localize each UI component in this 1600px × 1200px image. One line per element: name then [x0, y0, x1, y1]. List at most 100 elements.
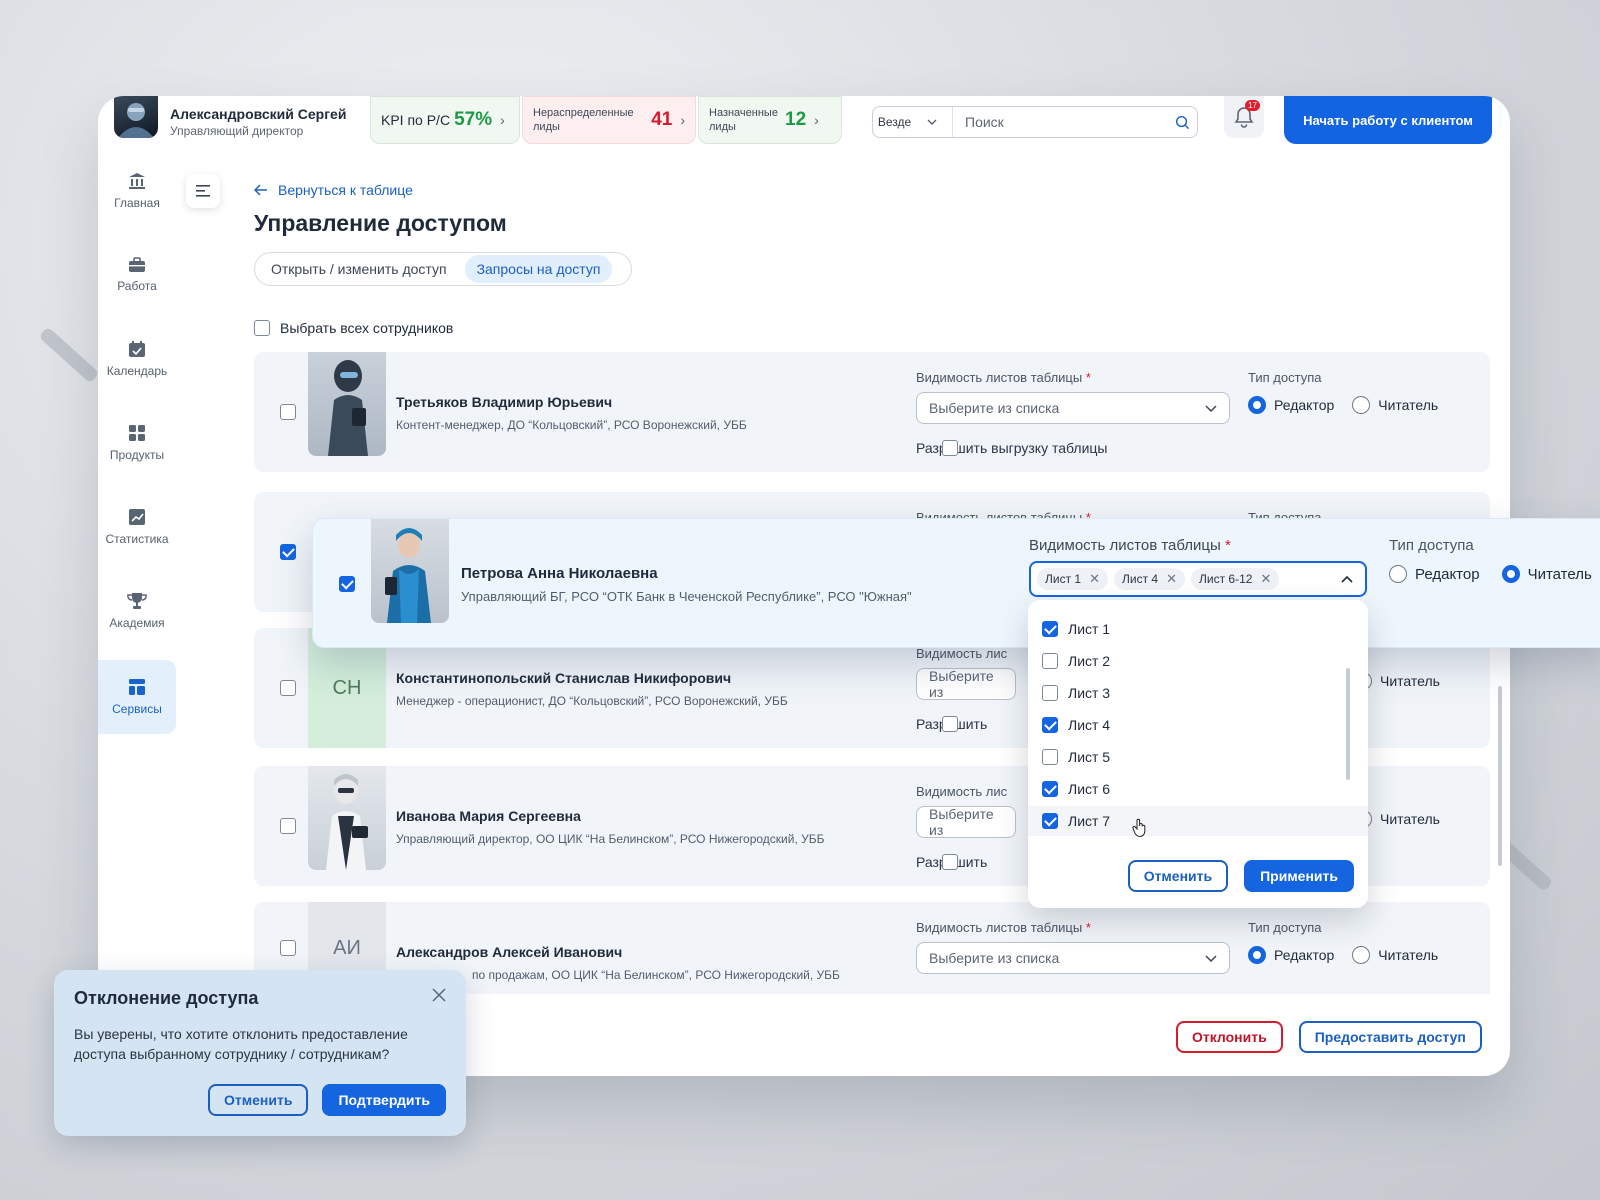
- grant-access-button[interactable]: Предоставить доступ: [1298, 1021, 1482, 1053]
- sheet-chip[interactable]: Лист 1 ✕: [1037, 568, 1108, 590]
- sidebar-item-services[interactable]: Сервисы: [98, 660, 176, 734]
- sheets-multiselect[interactable]: Лист 1 ✕ Лист 4 ✕ Лист 6-12 ✕: [1029, 561, 1367, 597]
- sheet-chip[interactable]: Лист 6-12 ✕: [1191, 568, 1280, 590]
- sheet-option-checkbox[interactable]: [1042, 621, 1058, 637]
- search-input[interactable]: [953, 114, 1167, 130]
- unassigned-leads-card[interactable]: Нераспределенные лиды 41 ›: [522, 96, 696, 144]
- search-bar: Везде: [872, 106, 1198, 138]
- search-icon[interactable]: [1167, 115, 1197, 130]
- back-link-label: Вернуться к таблице: [278, 182, 413, 198]
- modal-cancel-button[interactable]: Отменить: [208, 1084, 309, 1116]
- editor-radio[interactable]: [1389, 565, 1407, 583]
- services-icon: [128, 678, 146, 696]
- access-reader-option[interactable]: Читатель: [1501, 565, 1592, 583]
- dropdown-scrollbar[interactable]: [1346, 668, 1350, 780]
- sheet-chip[interactable]: Лист 4 ✕: [1114, 568, 1185, 590]
- editor-label: Редактор: [1274, 947, 1335, 963]
- sidebar-item-academy[interactable]: Академия: [98, 574, 176, 648]
- sheet-option-checkbox[interactable]: [1042, 685, 1058, 701]
- kpi-card[interactable]: KPI по Р/С 57% ›: [370, 96, 520, 144]
- content-scrollbar[interactable]: [1498, 686, 1502, 866]
- employee-checkbox[interactable]: [280, 544, 296, 560]
- dropdown-cancel-button[interactable]: Отменить: [1127, 860, 1229, 892]
- dropdown-apply-button[interactable]: Применить: [1244, 860, 1354, 892]
- reader-radio[interactable]: [1352, 946, 1371, 964]
- editor-radio[interactable]: [1248, 396, 1266, 414]
- reject-button[interactable]: Отклонить: [1176, 1021, 1283, 1053]
- employee-checkbox[interactable]: [280, 680, 296, 696]
- sidebar-item-home[interactable]: Главная: [98, 154, 176, 228]
- search-scope-select[interactable]: Везде: [873, 107, 953, 137]
- tab-access-requests[interactable]: Запросы на доступ: [464, 255, 613, 283]
- allow-export-checkbox[interactable]: [942, 854, 958, 870]
- modal-confirm-button[interactable]: Подтвердить: [322, 1084, 446, 1116]
- reader-label: Читатель: [1527, 565, 1592, 583]
- access-editor-option[interactable]: Редактор: [1248, 946, 1334, 964]
- employee-row: Третьяков Владимир Юрьевич Контент-менед…: [254, 352, 1490, 472]
- employee-checkbox[interactable]: [280, 404, 296, 420]
- sheet-option[interactable]: Лист 6: [1042, 774, 1342, 804]
- chip-label: Лист 6-12: [1199, 572, 1253, 586]
- assigned-leads-card[interactable]: Назначенные лиды 12 ›: [698, 96, 842, 144]
- back-to-table-link[interactable]: Вернуться к таблице: [254, 182, 413, 198]
- start-client-work-button[interactable]: Начать работу с клиентом: [1284, 96, 1492, 144]
- reader-label: Читатель: [1380, 811, 1440, 827]
- allow-export-option[interactable]: Разрешить: [916, 716, 987, 732]
- sidebar-item-products[interactable]: Продукты: [98, 406, 176, 480]
- sheet-option[interactable]: Лист 5: [1042, 742, 1342, 772]
- sheet-option[interactable]: Лист 3: [1042, 678, 1342, 708]
- reader-radio[interactable]: [1501, 565, 1520, 583]
- sidebar-item-work[interactable]: Работа: [98, 238, 176, 312]
- access-editor-option[interactable]: Редактор: [1389, 565, 1480, 583]
- reader-label: Читатель: [1378, 397, 1439, 413]
- page-title: Управление доступом: [254, 210, 507, 236]
- employee-row-expanded: Петрова Анна Николаевна Управляющий БГ, …: [312, 518, 1600, 648]
- allow-export-checkbox[interactable]: [942, 716, 958, 732]
- chevron-up-icon[interactable]: [1341, 575, 1353, 583]
- sheets-select[interactable]: Выберите из списка: [916, 942, 1230, 974]
- sheet-option-checkbox[interactable]: [1042, 717, 1058, 733]
- sidebar-item-calendar[interactable]: Календарь: [98, 322, 176, 396]
- access-reader-option[interactable]: Читатель: [1352, 946, 1438, 964]
- reader-radio[interactable]: [1352, 396, 1371, 414]
- sheets-dropdown: Лист 1 Лист 2 Лист 3 Лист 4 Лист 5 Лист …: [1028, 600, 1368, 908]
- sheet-option-checkbox[interactable]: [1042, 813, 1058, 829]
- access-reader-option[interactable]: Читатель: [1352, 396, 1438, 414]
- user-avatar[interactable]: [114, 96, 158, 138]
- collapse-sidebar-button[interactable]: [186, 174, 220, 208]
- sheet-option-checkbox[interactable]: [1042, 781, 1058, 797]
- employee-checkbox[interactable]: [280, 818, 296, 834]
- close-icon[interactable]: [432, 988, 446, 1002]
- calendar-icon: [128, 340, 146, 358]
- sheet-option[interactable]: Лист 2: [1042, 646, 1342, 676]
- select-all-checkbox[interactable]: [254, 320, 270, 336]
- employee-checkbox[interactable]: [339, 576, 355, 592]
- close-icon[interactable]: ✕: [1260, 571, 1271, 587]
- tab-open-change-access[interactable]: Открыть / изменить доступ: [259, 255, 459, 283]
- access-editor-option[interactable]: Редактор: [1248, 396, 1334, 414]
- allow-export-option[interactable]: Разрешить выгрузку таблицы: [916, 440, 1107, 456]
- sheet-option-checkbox[interactable]: [1042, 749, 1058, 765]
- allow-export-option[interactable]: Разрешить: [916, 854, 987, 870]
- sheet-option-checkbox[interactable]: [1042, 653, 1058, 669]
- chip-label: Лист 1: [1045, 572, 1082, 586]
- menu-collapse-icon: [196, 185, 210, 197]
- sheets-select[interactable]: Выберите из: [916, 668, 1016, 700]
- assigned-leads-label: Назначенные лиды: [709, 107, 778, 133]
- employee-role: Управляющий БГ, РСО “ОТК Банк в Чеченско…: [461, 589, 912, 604]
- sheet-option[interactable]: Лист 1: [1042, 614, 1342, 644]
- employee-checkbox[interactable]: [280, 940, 296, 956]
- close-icon[interactable]: ✕: [1089, 571, 1100, 587]
- sheet-option[interactable]: Лист 4: [1042, 710, 1342, 740]
- close-icon[interactable]: ✕: [1166, 571, 1177, 587]
- employee-name: Третьяков Владимир Юрьевич: [396, 394, 613, 410]
- sheets-select[interactable]: Выберите из списка: [916, 392, 1230, 424]
- chevron-right-icon: ›: [500, 112, 505, 128]
- sheet-option[interactable]: Лист 7: [1028, 806, 1368, 836]
- sidebar-item-statistics[interactable]: Статистика: [98, 490, 176, 564]
- editor-radio[interactable]: [1248, 946, 1266, 964]
- allow-export-checkbox[interactable]: [942, 440, 958, 456]
- select-all-employees[interactable]: Выбрать всех сотрудников: [254, 320, 453, 336]
- notifications-button[interactable]: 17: [1224, 96, 1264, 138]
- sheets-select[interactable]: Выберите из: [916, 806, 1016, 838]
